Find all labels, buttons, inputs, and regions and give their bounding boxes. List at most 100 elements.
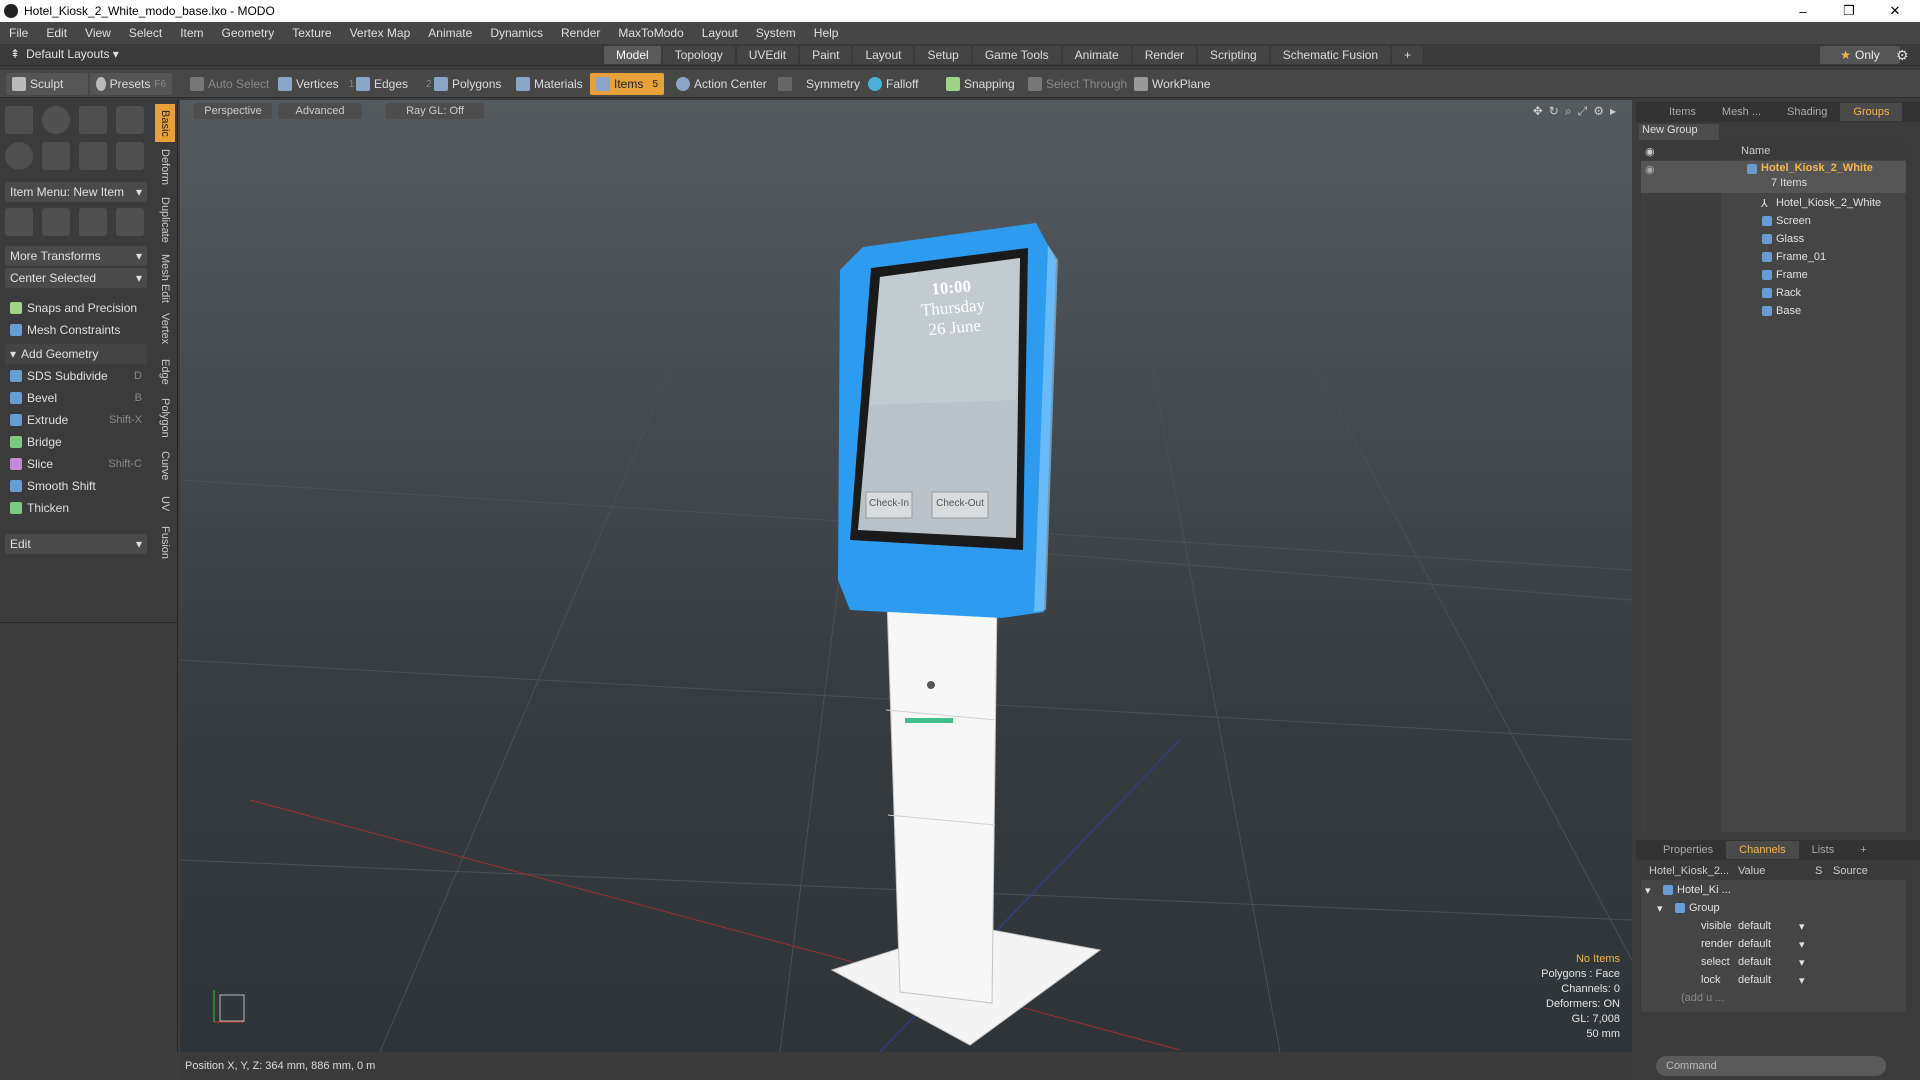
menu-dynamics[interactable]: Dynamics <box>481 26 552 40</box>
menu-file[interactable]: File <box>0 26 37 40</box>
channel-value[interactable]: default <box>1738 956 1771 968</box>
workplane-button[interactable]: WorkPlane <box>1128 73 1216 95</box>
items-button[interactable]: Items 5 <box>590 73 664 95</box>
menu-geometry[interactable]: Geometry <box>213 26 284 40</box>
smooth-shift-button[interactable]: Smooth Shift <box>5 476 147 496</box>
menu-animate[interactable]: Animate <box>419 26 481 40</box>
vtab-basic[interactable]: Basic <box>155 104 175 142</box>
menu-render[interactable]: Render <box>552 26 609 40</box>
close-button[interactable]: ✕ <box>1872 0 1918 22</box>
vtab-deform[interactable]: Deform <box>155 146 175 188</box>
minimize-button[interactable]: – <box>1780 0 1826 22</box>
maximize-button[interactable]: ❐ <box>1826 0 1872 22</box>
vtab-vertex[interactable]: Vertex <box>155 308 175 350</box>
capsule-icon[interactable] <box>42 142 70 170</box>
default-layouts-dropdown[interactable]: ⇞ Default Layouts ▾ <box>10 47 119 61</box>
vtab-fusion[interactable]: Fusion <box>155 522 175 564</box>
cone-icon[interactable] <box>116 106 144 134</box>
tab-schematic-fusion[interactable]: Schematic Fusion <box>1270 46 1391 64</box>
materials-button[interactable]: Materials <box>510 73 589 95</box>
snapping-button[interactable]: Snapping <box>940 73 1021 95</box>
text-icon[interactable] <box>116 142 144 170</box>
channel-row[interactable]: visible default ▾ <box>1641 917 1906 935</box>
eye-icon[interactable]: ◉ <box>1645 163 1655 176</box>
scale-icon[interactable] <box>116 208 144 236</box>
tab-setup[interactable]: Setup <box>915 46 971 64</box>
vtab-mesh-edit[interactable]: Mesh Edit <box>155 252 175 304</box>
menu-system[interactable]: System <box>747 26 805 40</box>
channel-row[interactable]: select default ▾ <box>1641 953 1906 971</box>
chevron-down-icon[interactable]: ▾ <box>1799 974 1805 987</box>
polygons-button[interactable]: Polygons <box>428 73 507 95</box>
center-selected-dropdown[interactable]: Center Selected ▾ <box>5 268 147 288</box>
vtab-uv[interactable]: UV <box>155 490 175 518</box>
menu-layout[interactable]: Layout <box>693 26 747 40</box>
new-group-button[interactable]: New Group <box>1639 124 1719 140</box>
menu-view[interactable]: View <box>76 26 120 40</box>
falloff-button[interactable]: Falloff <box>862 73 924 95</box>
vtab-curve[interactable]: Curve <box>155 446 175 486</box>
pen-icon[interactable] <box>79 142 107 170</box>
tab-groups[interactable]: Groups <box>1840 103 1903 121</box>
channel-row[interactable]: render default ▾ <box>1641 935 1906 953</box>
vertices-button[interactable]: Vertices 1 <box>272 73 360 95</box>
tab-game-tools[interactable]: Game Tools <box>972 46 1061 64</box>
tab-shading[interactable]: Shading <box>1774 106 1840 118</box>
tab-uvedit[interactable]: UVEdit <box>736 46 799 64</box>
list-item[interactable]: Frame <box>1641 266 1906 284</box>
sculpt-button[interactable]: Sculpt <box>6 73 88 95</box>
cube-icon[interactable] <box>5 106 33 134</box>
sds-subdivide-button[interactable]: SDS Subdivide D <box>5 366 147 386</box>
add-panel-tab[interactable]: + <box>1847 844 1879 856</box>
item-menu-dropdown[interactable]: Item Menu: New Item ▾ <box>5 182 147 202</box>
action-center-button[interactable]: Action Center <box>670 73 773 95</box>
slice-button[interactable]: Slice Shift-C <box>5 454 147 474</box>
tab-render[interactable]: Render <box>1132 46 1197 64</box>
tab-topology[interactable]: Topology <box>662 46 735 64</box>
snaps-precision-button[interactable]: Snaps and Precision <box>5 298 147 318</box>
channel-root-row[interactable]: ▾ Hotel_Ki ... <box>1641 881 1906 899</box>
more-transforms-dropdown[interactable]: More Transforms ▾ <box>5 246 147 266</box>
cylinder-icon[interactable] <box>79 106 107 134</box>
chevron-down-icon[interactable]: ▾ <box>1799 956 1805 969</box>
auto-select-button[interactable]: Auto Select <box>184 73 275 95</box>
channel-group-row[interactable]: ▾ Group <box>1641 899 1906 917</box>
edges-button[interactable]: Edges 2 <box>350 73 438 95</box>
tab-animate[interactable]: Animate <box>1062 46 1131 64</box>
extrude-button[interactable]: Extrude Shift-X <box>5 410 147 430</box>
mesh-constraints-button[interactable]: Mesh Constraints <box>5 320 147 340</box>
bevel-button[interactable]: Bevel B <box>5 388 147 408</box>
sphere-icon[interactable] <box>42 106 70 134</box>
move-icon[interactable] <box>5 208 33 236</box>
gear-icon[interactable]: ⚙ <box>1896 47 1909 64</box>
menu-maxtomodo[interactable]: MaxToModo <box>609 26 692 40</box>
chevron-down-icon[interactable]: ▾ <box>1799 920 1805 933</box>
select-through-button[interactable]: Select Through <box>1022 73 1133 95</box>
channel-value[interactable]: default <box>1738 920 1771 932</box>
list-item[interactable]: Glass <box>1641 230 1906 248</box>
tab-model[interactable]: Model <box>604 46 661 64</box>
tab-items[interactable]: Items <box>1656 106 1709 118</box>
3d-viewport[interactable]: Perspective Advanced Ray GL: Off ✥ ↻ ⌕ ⤢ ⚙ ▸ <box>180 100 1632 1052</box>
list-item[interactable]: ⅄ Hotel_Kiosk_2_White <box>1641 194 1906 212</box>
command-input[interactable]: Command <box>1656 1056 1886 1076</box>
tab-mesh[interactable]: Mesh ... <box>1709 106 1774 118</box>
torus-icon[interactable] <box>5 142 33 170</box>
menu-item[interactable]: Item <box>171 26 212 40</box>
eye-icon[interactable]: ◉ <box>1645 145 1655 158</box>
tab-channels[interactable]: Channels <box>1726 841 1799 859</box>
vtab-polygon[interactable]: Polygon <box>155 394 175 442</box>
add-geometry-header[interactable]: ▾ Add Geometry <box>5 344 147 364</box>
list-item[interactable]: Screen <box>1641 212 1906 230</box>
tab-scripting[interactable]: Scripting <box>1198 46 1269 64</box>
channel-value[interactable]: default <box>1738 974 1771 986</box>
tab-paint[interactable]: Paint <box>800 46 852 64</box>
menu-help[interactable]: Help <box>805 26 848 40</box>
list-item[interactable]: Rack <box>1641 284 1906 302</box>
menu-texture[interactable]: Texture <box>283 26 340 40</box>
menu-select[interactable]: Select <box>120 26 171 40</box>
tab-layout[interactable]: Layout <box>853 46 914 64</box>
bridge-button[interactable]: Bridge <box>5 432 147 452</box>
rotate-icon[interactable] <box>79 208 107 236</box>
transform-icon[interactable] <box>42 208 70 236</box>
